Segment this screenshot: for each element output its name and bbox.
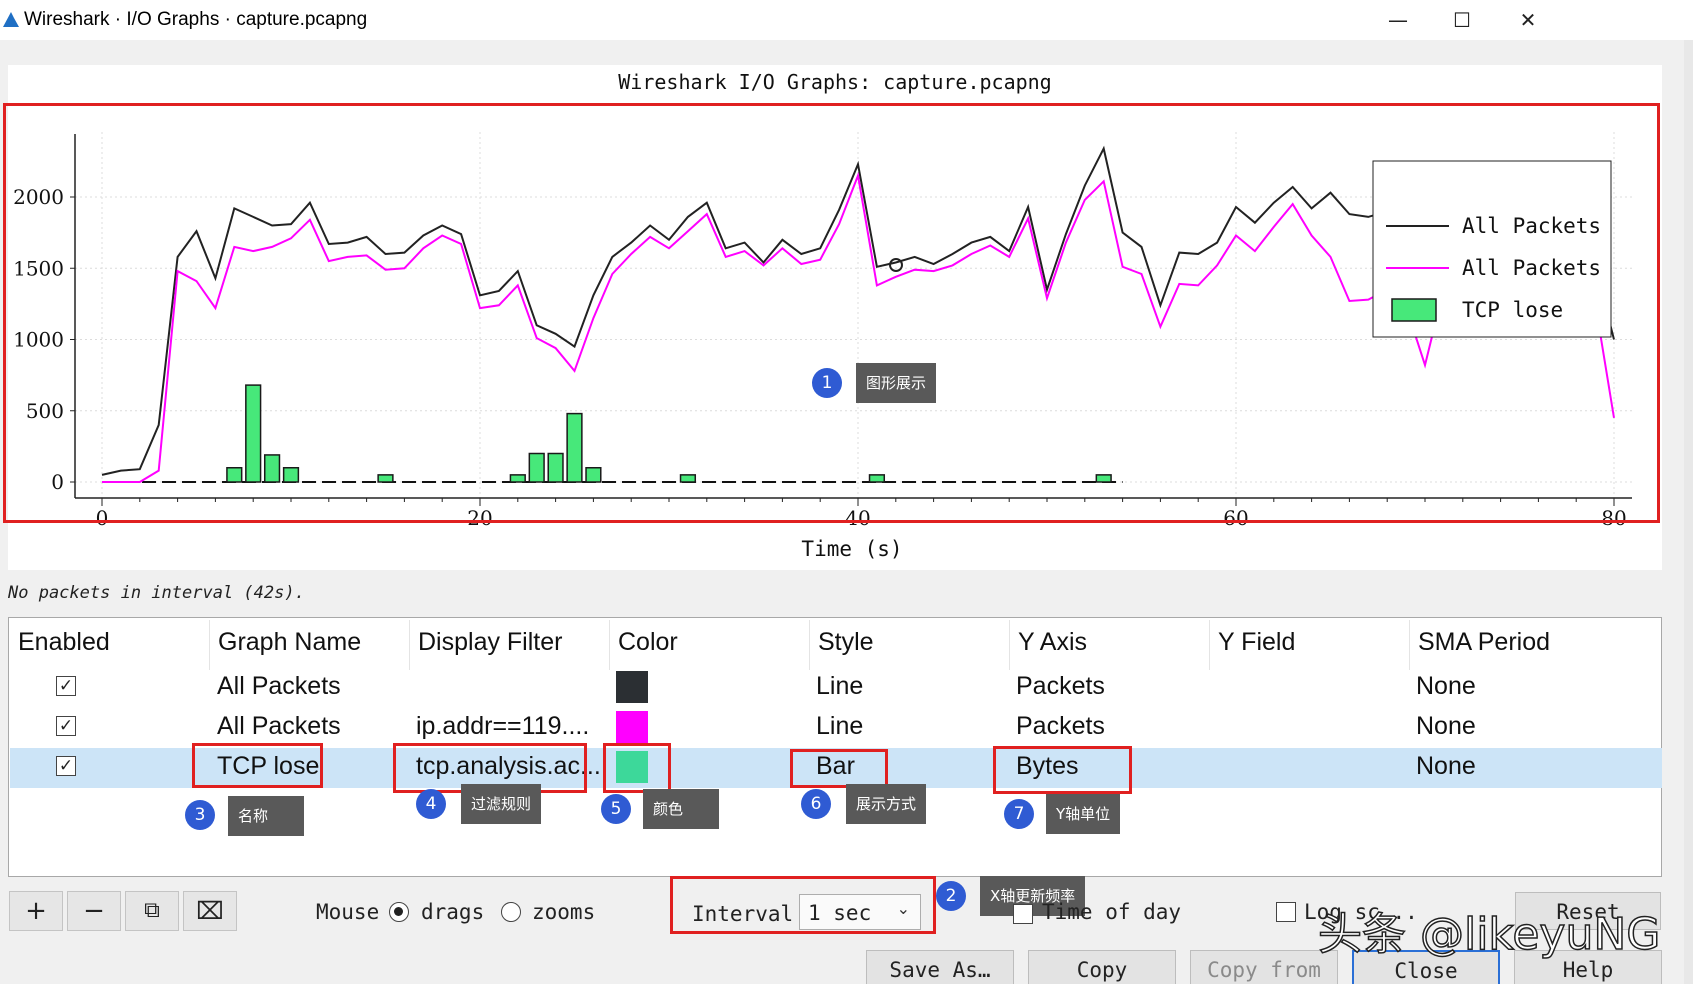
- graph-name-cell[interactable]: All Packets: [217, 672, 341, 701]
- enabled-checkbox[interactable]: ✓: [56, 676, 76, 696]
- status-text: No packets in interval (42s).: [8, 583, 305, 603]
- interval-label: Interval: [692, 902, 794, 926]
- style-cell[interactable]: Line: [816, 672, 863, 701]
- style-cell[interactable]: Bar: [816, 752, 855, 781]
- bar-tcp-lose: [528, 452, 545, 483]
- graph-table[interactable]: Enabled Graph Name Display Filter Color …: [8, 617, 1662, 877]
- chart-legend: All Packets All Packets TCP lose: [1372, 160, 1612, 338]
- enabled-checkbox[interactable]: ✓: [56, 756, 76, 776]
- x-tick-label: 40: [845, 506, 870, 530]
- chevron-down-icon: ⌄: [896, 899, 910, 918]
- color-swatch[interactable]: [616, 711, 648, 743]
- hover-cursor-marker: [889, 258, 903, 272]
- add-graph-button[interactable]: +: [9, 891, 63, 931]
- annotation-badge-4: 4: [416, 789, 446, 819]
- annotation-badge-1: 1: [812, 368, 842, 398]
- bar-tcp-lose: [679, 474, 697, 483]
- column-header-graph-name[interactable]: Graph Name: [218, 628, 361, 657]
- duplicate-graph-button[interactable]: ⧉: [125, 891, 179, 931]
- annotation-tip-4: 过滤规则: [461, 784, 542, 824]
- y-axis-cell[interactable]: Bytes: [1016, 752, 1079, 781]
- table-row[interactable]: ✓ All Packets Line Packets None: [10, 668, 1662, 708]
- color-swatch[interactable]: [616, 751, 648, 783]
- time-of-day-label[interactable]: Time of day: [1042, 900, 1181, 924]
- enabled-checkbox[interactable]: ✓: [56, 716, 76, 736]
- y-tick-label: 2000: [13, 185, 64, 209]
- log-scale-checkbox[interactable]: [1276, 902, 1296, 922]
- interval-select[interactable]: 1 sec ⌄: [799, 894, 921, 930]
- remove-graph-button[interactable]: −: [67, 891, 121, 931]
- display-filter-cell[interactable]: ip.addr==119....: [416, 712, 589, 741]
- annotation-tip-5: 颜色: [643, 789, 719, 829]
- annotation-badge-2: 2: [936, 881, 966, 911]
- bar-layer: [102, 384, 1123, 483]
- x-tick-label: 20: [467, 506, 492, 530]
- x-axis-label: Time (s): [801, 537, 902, 561]
- y-axis-cell[interactable]: Packets: [1016, 672, 1105, 701]
- annotation-tip-6: 展示方式: [846, 784, 927, 824]
- annotation-badge-7: 7: [1004, 799, 1034, 829]
- column-header-display-filter[interactable]: Display Filter: [418, 628, 562, 657]
- y-tick-label: 1000: [13, 328, 64, 352]
- bar-tcp-lose: [282, 467, 300, 483]
- copy-button[interactable]: Copy: [1028, 950, 1176, 984]
- clear-graphs-button[interactable]: ⌧: [183, 891, 237, 931]
- bar-tcp-lose: [1095, 474, 1112, 483]
- legend-label: All Packets: [1462, 214, 1601, 238]
- x-tick-label: 80: [1601, 506, 1626, 530]
- copy-from-button[interactable]: Copy from: [1190, 950, 1338, 984]
- graph-name-cell[interactable]: All Packets: [217, 712, 341, 741]
- interval-value: 1 sec: [808, 901, 872, 925]
- sma-period-cell[interactable]: None: [1416, 752, 1476, 781]
- y-tick-label: 1500: [13, 256, 64, 280]
- legend-label: TCP lose: [1462, 298, 1563, 322]
- save-as-button[interactable]: Save As…: [866, 950, 1014, 984]
- legend-label: All Packets: [1462, 256, 1601, 280]
- mouse-drags-radio[interactable]: [389, 902, 409, 922]
- annotation-tip-7: Y轴单位: [1046, 794, 1121, 834]
- bar-tcp-lose: [585, 467, 602, 483]
- column-header-enabled[interactable]: Enabled: [18, 628, 110, 657]
- sma-period-cell[interactable]: None: [1416, 712, 1476, 741]
- zooms-label[interactable]: zooms: [532, 900, 595, 924]
- table-row[interactable]: ✓ All Packets ip.addr==119.... Line Pack…: [10, 708, 1662, 748]
- display-filter-cell[interactable]: tcp.analysis.ac...: [416, 752, 601, 781]
- graph-name-cell[interactable]: TCP lose: [217, 752, 319, 781]
- annotation-tip-3: 名称: [228, 796, 304, 836]
- y-axis-cell[interactable]: Packets: [1016, 712, 1105, 741]
- drags-label[interactable]: drags: [421, 900, 484, 924]
- column-header-y-field[interactable]: Y Field: [1218, 628, 1295, 657]
- time-of-day-checkbox[interactable]: [1013, 904, 1033, 924]
- annotation-tip-1: 图形展示: [856, 363, 937, 403]
- mouse-label: Mouse: [316, 900, 380, 924]
- color-swatch[interactable]: [616, 671, 648, 703]
- x-tick-label: 0: [96, 506, 109, 530]
- bar-tcp-lose: [566, 412, 583, 483]
- sma-period-cell[interactable]: None: [1416, 672, 1476, 701]
- y-tick-label: 500: [26, 399, 64, 423]
- mouse-zooms-radio[interactable]: [501, 902, 521, 922]
- column-header-color[interactable]: Color: [618, 628, 678, 657]
- bar-tcp-lose: [868, 474, 886, 483]
- bar-tcp-lose: [263, 454, 281, 483]
- bar-tcp-lose: [226, 467, 243, 483]
- bar-tcp-lose: [547, 452, 564, 483]
- x-tick-label: 60: [1223, 506, 1248, 530]
- watermark-text: 头条 @likeyuNG: [1317, 908, 1661, 961]
- column-header-y-axis[interactable]: Y Axis: [1018, 628, 1087, 657]
- legend-swatch-bar: [1391, 298, 1437, 322]
- column-header-sma-period[interactable]: SMA Period: [1418, 628, 1550, 657]
- annotation-badge-3: 3: [185, 800, 215, 830]
- bar-tcp-lose: [245, 384, 262, 483]
- table-row-selected[interactable]: ✓ TCP lose tcp.analysis.ac... Bar Bytes …: [10, 748, 1662, 788]
- bar-tcp-lose: [377, 474, 394, 483]
- style-cell[interactable]: Line: [816, 712, 863, 741]
- bar-tcp-lose: [509, 474, 526, 483]
- y-tick-label: 0: [51, 470, 64, 494]
- annotation-badge-6: 6: [801, 789, 831, 819]
- column-header-style[interactable]: Style: [818, 628, 874, 657]
- annotation-badge-5: 5: [601, 794, 631, 824]
